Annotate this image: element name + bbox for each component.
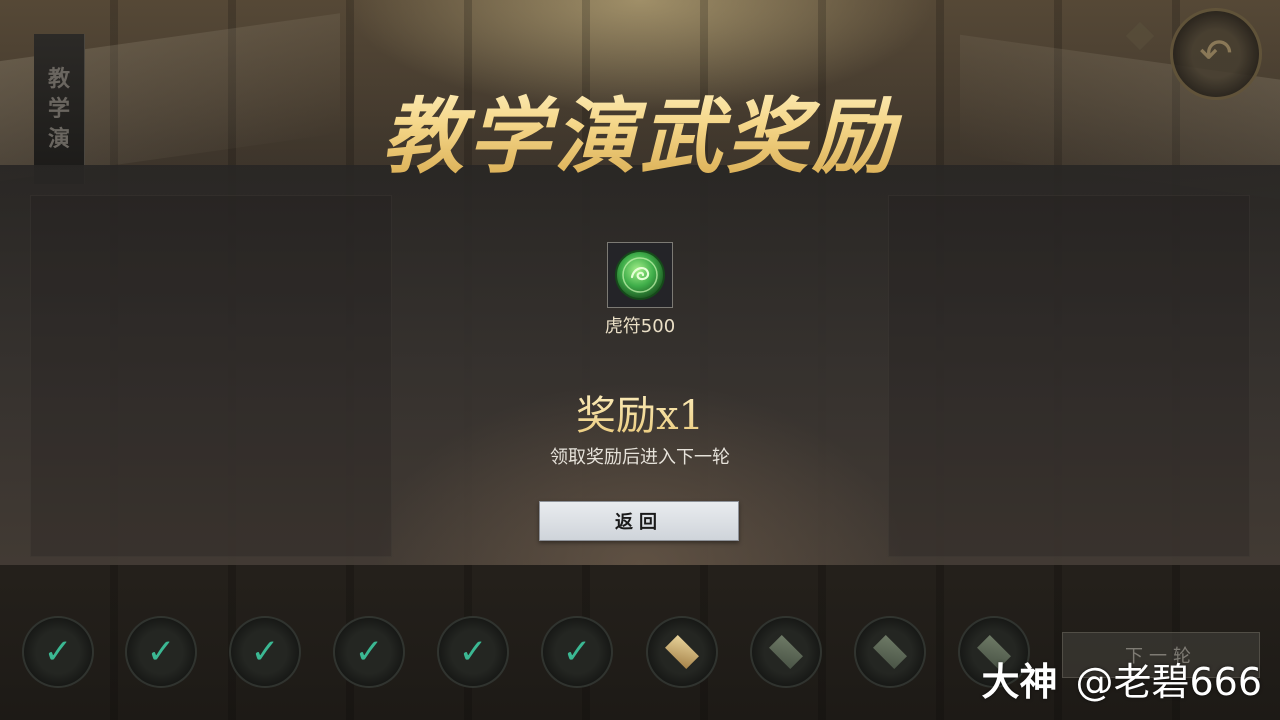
- watermark-brand: 大神: [981, 660, 1058, 704]
- diamond-icon: [873, 635, 907, 669]
- reward-item-name: 虎符500: [604, 316, 676, 337]
- stage-node-7[interactable]: [646, 616, 718, 688]
- stage-node-4[interactable]: ✓: [333, 616, 405, 688]
- tiger-tally-icon: [615, 250, 665, 300]
- stage-node-1[interactable]: ✓: [22, 616, 94, 688]
- stage-node-5[interactable]: ✓: [437, 616, 509, 688]
- page-title: 教学演武奖励: [0, 70, 1280, 189]
- check-icon: ✓: [250, 632, 280, 672]
- stage-node-8[interactable]: [750, 616, 822, 688]
- check-icon: ✓: [562, 632, 592, 672]
- check-icon: ✓: [146, 632, 176, 672]
- check-icon: ✓: [354, 632, 384, 672]
- watermark-user: @老碧666: [1075, 660, 1262, 704]
- return-button[interactable]: 返回: [539, 501, 739, 541]
- diamond-icon: [769, 635, 803, 669]
- check-icon: ✓: [43, 632, 73, 672]
- reward-item-slot[interactable]: [607, 242, 673, 308]
- diamond-icon: [665, 635, 699, 669]
- stage-node-3[interactable]: ✓: [229, 616, 301, 688]
- stage-node-6[interactable]: ✓: [541, 616, 613, 688]
- stage-node-9[interactable]: [854, 616, 926, 688]
- reward-count: 奖励x1: [440, 383, 840, 441]
- modal-side-panel-left: [30, 195, 392, 557]
- reward-hint: 领取奖励后进入下一轮: [550, 447, 730, 468]
- modal-side-panel-right: [888, 195, 1250, 557]
- stage-node-2[interactable]: ✓: [125, 616, 197, 688]
- check-icon: ✓: [458, 632, 488, 672]
- reward-modal: 虎符500 奖励x1 领取奖励后进入下一轮 返回: [0, 165, 1280, 565]
- game-screen: 教 学 演 ↶ 教学演武奖励 虎符500: [0, 0, 1280, 720]
- watermark: 大神 @老碧666: [981, 651, 1262, 706]
